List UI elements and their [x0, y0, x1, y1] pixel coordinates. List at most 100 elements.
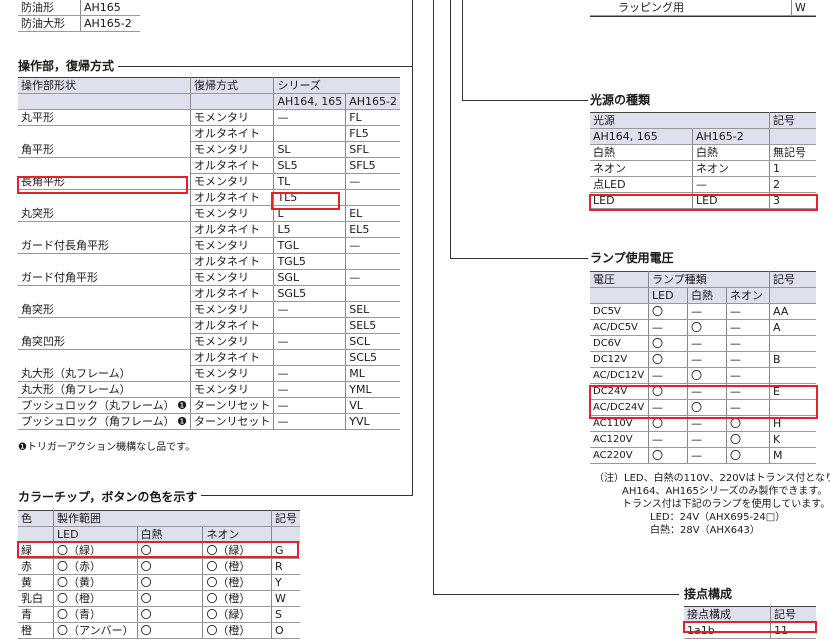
table-row: AC120V — — 〇 K — [590, 431, 816, 448]
table-row: 角突凹形 モメンタリ — SCL — [18, 333, 400, 350]
cell: AH165 — [80, 0, 140, 16]
cell: 防油形 — [18, 0, 81, 16]
cell: 〇 — [648, 383, 688, 400]
table-row: オルタネイト SCL5 — [18, 349, 400, 366]
table-row: 白熱 白熱 無記号 — [590, 144, 816, 161]
voltage-table: 電圧 ランプ種類 記号 LED 白熱 ネオン DC5V 〇 — — AA AC/DC5V —… — [590, 271, 816, 464]
cell-shape — [18, 125, 191, 142]
cell-series-1: L5 — [273, 221, 347, 238]
cell-series-2: FL5 — [345, 125, 400, 142]
cell-series-1: — — [273, 333, 347, 350]
cell-series-1 — [273, 349, 347, 366]
section-title-voltage: ランプ使用電圧 — [590, 250, 678, 266]
cell: AC120V — [590, 431, 649, 448]
section-title-light: 光源の種類 — [590, 92, 655, 108]
cell: — — [726, 335, 770, 352]
cell-return: モメンタリ — [190, 237, 275, 254]
cell: — — [687, 447, 727, 464]
cell-shape: 丸大形（角フレーム） — [18, 381, 191, 398]
header-neon: ネオン — [202, 526, 272, 543]
connector-line — [590, 16, 816, 17]
cell-shape — [18, 157, 191, 174]
cell: 防油大形 — [18, 15, 81, 32]
header-series-1: AH164, 165 — [590, 128, 693, 145]
trigger-mark-icon: ❶ — [177, 399, 187, 412]
header-source: 光源 — [590, 112, 770, 129]
cell-series-2: SCL5 — [345, 349, 400, 366]
cell-shape: 角突凹形 — [18, 333, 191, 350]
cell — [271, 526, 300, 543]
cell: 〇 — [648, 303, 688, 320]
cell-series-2: SEL5 — [345, 317, 400, 334]
cell-return: モメンタリ — [190, 109, 275, 126]
cell-shape: プッシュロック（角フレーム） ❶ — [18, 413, 191, 430]
header-return: 復帰方式 — [190, 77, 275, 94]
cell-series-1: — — [273, 381, 347, 398]
table-row: オルタネイト L5 EL5 — [18, 221, 400, 238]
cell: 〇（橙） — [202, 558, 272, 575]
cell: R — [271, 558, 300, 575]
cell-series-2: ML — [345, 365, 400, 382]
cell: 乳白 — [18, 590, 55, 607]
header-series-1: AH164, 165 — [273, 93, 347, 110]
cell — [769, 128, 816, 145]
cell-shape: 長角平形 — [18, 173, 191, 190]
cell-return: モメンタリ — [190, 141, 275, 158]
note-line: トランス付は下記のランプを使用しています。 — [622, 499, 830, 510]
cell: Y — [271, 574, 300, 591]
cell: AC/DC12V — [590, 367, 649, 384]
header-code: 記号 — [770, 606, 816, 623]
cell-shape: ガード付長角平形 — [18, 237, 191, 254]
cell-shape: 丸平形 — [18, 109, 191, 126]
table-row: 丸突形 モメンタリ L EL — [18, 205, 400, 222]
cell-return: モメンタリ — [190, 301, 275, 318]
cell: 黄 — [18, 574, 55, 591]
table-row: LED LED 3 — [590, 192, 816, 209]
cell: 〇 — [648, 351, 688, 368]
table-row: 乳白 〇（橙）〇〇（橙） W — [18, 590, 300, 607]
cell-return: モメンタリ — [190, 365, 275, 382]
cell-series-2: — — [345, 237, 400, 254]
cell-series-1: L — [273, 205, 347, 222]
cell — [590, 287, 649, 304]
series-table-partial: 防油形 AH165 防油大形 AH165-2 — [18, 0, 140, 32]
cell-series-2 — [345, 253, 400, 270]
table-row: ガード付角平形 モメンタリ SGL — — [18, 269, 400, 286]
cell: — — [692, 176, 770, 193]
cell: DC24V — [590, 383, 649, 400]
cell: — — [687, 383, 727, 400]
cell: — — [726, 383, 770, 400]
cell: — — [726, 399, 770, 416]
header-code: 記号 — [271, 510, 300, 527]
table-row: 角平形 モメンタリ SL SFL — [18, 141, 400, 158]
cell-series-2: FL — [345, 109, 400, 126]
cell-series-2: — — [345, 173, 400, 190]
light-table: 光源 記号 AH164, 165 AH165-2 白熱 白熱 無記号 ネオン ネオン 1 点… — [590, 112, 816, 209]
cell-series-2: YML — [345, 381, 400, 398]
header-series-2: AH165-2 — [345, 93, 400, 110]
color-table: 色 製作範囲 記号 LED 白熱 ネオン 緑〇（緑）〇〇（緑） G 赤〇（赤）〇〇（… — [18, 510, 300, 639]
cell-return: モメンタリ — [190, 381, 275, 398]
cell: W — [791, 0, 816, 16]
cell: 〇（橙） — [202, 622, 272, 639]
header-code: 記号 — [769, 271, 816, 288]
cell: 〇 — [137, 606, 204, 623]
cell-series-1: TGL — [273, 237, 347, 254]
header-voltage: 電圧 — [590, 271, 649, 288]
table-row: オルタネイト SEL5 — [18, 317, 400, 334]
cell: — — [726, 351, 770, 368]
cell: W — [271, 590, 300, 607]
cell-return: オルタネイト — [190, 285, 275, 302]
cell: 〇（橙） — [53, 590, 138, 607]
table-row: 点LED —2 — [590, 176, 816, 193]
cell-series-1: — — [273, 109, 347, 126]
cell-return: モメンタリ — [190, 269, 275, 286]
cell-series-1: SL — [273, 141, 347, 158]
cell — [18, 93, 191, 110]
cell: 〇 — [648, 447, 688, 464]
cell: S — [271, 606, 300, 623]
cell-series-1: TL5 — [273, 189, 347, 206]
cell-series-2: YVL — [345, 413, 400, 430]
cell — [18, 526, 55, 543]
header-color: 色 — [18, 510, 55, 527]
